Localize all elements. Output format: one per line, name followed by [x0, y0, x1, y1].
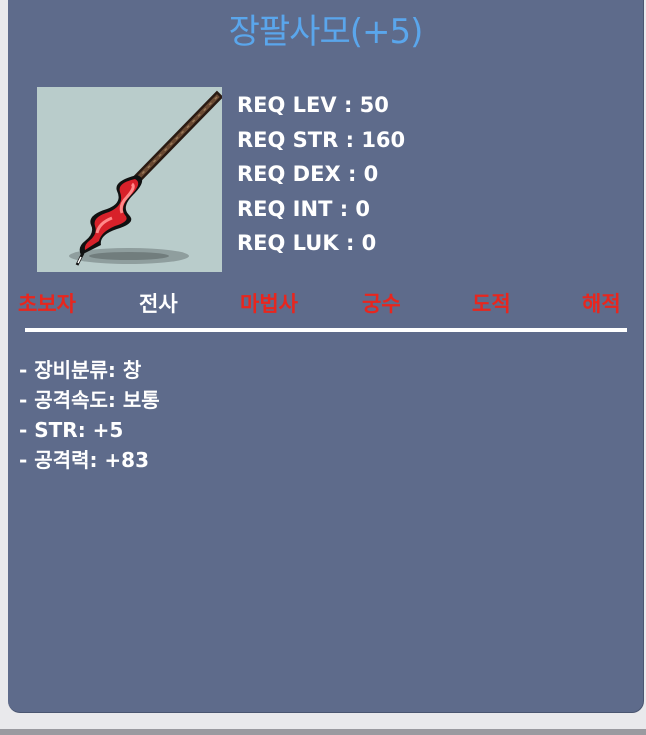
req-int: REQ INT : 0 [237, 196, 371, 221]
job-beginner: 초보자 [18, 292, 76, 316]
job-warrior: 전사 [139, 292, 178, 316]
job-pirate: 해적 [582, 292, 621, 316]
stat-equip-category: - 장비분류: 창 [19, 358, 142, 382]
req-dex: REQ DEX : 0 [237, 162, 379, 186]
job-list: 초보자 전사 마법사 궁수 도적 해적 [18, 286, 626, 322]
job-thief: 도적 [472, 292, 511, 316]
divider [25, 328, 627, 332]
stat-attack-speed: - 공격속도: 보통 [19, 388, 160, 412]
item-stat-list: - 장비분류: 창 - 공격속도: 보통 - STR: +5 - 공격력: +8… [19, 355, 160, 475]
requirement-list: REQ LEV : 50 REQ STR : 160 REQ DEX : 0 R… [237, 88, 405, 261]
req-str: REQ STR : 160 [237, 127, 406, 152]
spear-item-icon [37, 87, 222, 272]
item-tooltip-card: 장팔사모(+5) REQ LEV : 50 REQ STR : 160 REQ … [8, 0, 644, 713]
stat-attack: - 공격력: +83 [19, 448, 150, 472]
spear-icon-graphic [69, 90, 222, 266]
stat-str: - STR: +5 [19, 418, 124, 442]
req-luk: REQ LUK : 0 [237, 231, 377, 255]
job-magician: 마법사 [240, 292, 298, 316]
bottom-edge [0, 729, 646, 735]
job-bowman: 궁수 [362, 292, 401, 316]
item-name: 장팔사모(+5) [228, 12, 424, 52]
req-level: REQ LEV : 50 [237, 93, 389, 117]
